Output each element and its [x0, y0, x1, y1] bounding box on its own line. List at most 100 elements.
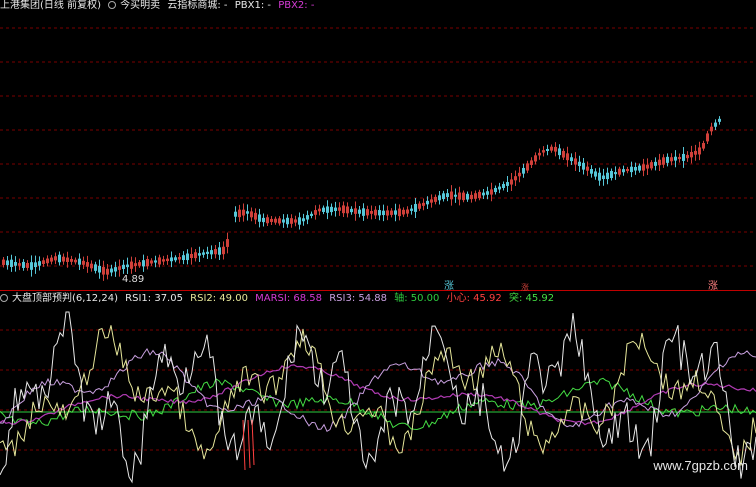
candle-body: [674, 156, 677, 161]
candle-body: [242, 209, 245, 216]
candle-body: [594, 171, 597, 177]
candle-body: [582, 162, 585, 170]
candle-body: [178, 257, 181, 260]
rsi3-readout: RSI3: 54.88: [329, 293, 388, 304]
candle-body: [446, 193, 449, 197]
candle-body: [606, 172, 609, 180]
candle-body: [258, 214, 261, 222]
candle-body: [318, 208, 321, 212]
candle-body: [58, 254, 61, 263]
candle-body: [222, 246, 225, 255]
candle-body: [194, 252, 197, 259]
candle-body: [394, 210, 397, 215]
candle-body: [702, 143, 705, 149]
candle-body: [390, 210, 393, 215]
candle-body: [514, 176, 517, 181]
rsi2-readout: RSI2: 49.00: [190, 293, 248, 304]
candle-body: [86, 262, 89, 267]
candle-body: [442, 193, 445, 200]
indicator-header: 大盘顶部预判(6,12,24) RSI1: 37.05 RSI2: 49.00 …: [0, 293, 558, 305]
candle-body: [334, 207, 337, 211]
candle-body: [226, 239, 229, 247]
candle-body: [622, 169, 625, 173]
candle-body: [114, 267, 117, 272]
candle-body: [614, 172, 617, 175]
candle-body: [106, 268, 109, 275]
candle-body: [670, 157, 673, 162]
candle-body: [102, 267, 105, 275]
candle-body: [498, 186, 501, 190]
candle-body: [158, 257, 161, 265]
candle-body: [154, 260, 157, 263]
candle-body: [190, 253, 193, 259]
candle-body: [426, 200, 429, 205]
candle-body: [254, 212, 257, 220]
candle-body: [62, 256, 65, 262]
candle-body: [710, 126, 713, 132]
candle-body: [362, 208, 365, 216]
candle-body: [326, 206, 329, 213]
candle-body: [174, 257, 177, 261]
candle-body: [694, 150, 697, 155]
candle-body: [350, 208, 353, 213]
candle-body: [310, 213, 313, 216]
candle-body: [510, 179, 513, 185]
stock-title: 上港集团(日线 前复权): [0, 0, 101, 11]
candle-body: [578, 161, 581, 167]
candle-body: [126, 264, 129, 268]
candle-body: [714, 122, 717, 127]
candle-body: [122, 264, 125, 269]
indicator-mall-link[interactable]: 云指标商城: -: [167, 0, 227, 11]
candle-body: [50, 257, 53, 262]
candle-body: [14, 262, 17, 266]
candle-body: [658, 159, 661, 166]
signal-marker-right: 涨: [708, 281, 718, 292]
candle-body: [322, 207, 325, 212]
candle-body: [266, 217, 269, 224]
candle-body: [418, 203, 421, 209]
candle-body: [22, 261, 25, 268]
candle-body: [302, 218, 305, 222]
candle-body: [98, 265, 101, 273]
candle-body: [370, 211, 373, 214]
indicator-name[interactable]: 今买明卖: [120, 0, 160, 11]
candle-body: [10, 259, 13, 267]
indicator-toggle-icon[interactable]: [0, 294, 8, 302]
candle-body: [430, 199, 433, 203]
candle-body: [630, 166, 633, 173]
signal-marker-left: 涨: [444, 281, 454, 292]
candle-body: [558, 148, 561, 156]
candle-body: [654, 161, 657, 166]
xiaoxin-readout: 小心: 45.92: [446, 293, 502, 304]
candle-body: [26, 263, 29, 268]
candle-body: [30, 262, 33, 270]
candle-body: [518, 172, 521, 177]
candle-body: [562, 150, 565, 158]
candle-body: [70, 258, 73, 262]
candle-body: [586, 166, 589, 171]
candle-body: [134, 263, 137, 266]
candle-body: [306, 215, 309, 220]
candle-body: [526, 163, 529, 171]
candle-body: [678, 157, 681, 160]
indicator-toggle-icon[interactable]: [108, 1, 117, 9]
candle-body: [278, 218, 281, 224]
candle-body: [214, 249, 217, 255]
candle-body: [486, 191, 489, 195]
candle-body: [210, 250, 213, 255]
candle-body: [138, 262, 141, 266]
candle-body: [462, 192, 465, 201]
candle-body: [502, 184, 505, 188]
candle-body: [90, 263, 93, 269]
candle-body: [374, 209, 377, 216]
candle-body: [482, 192, 485, 196]
candle-body: [402, 209, 405, 215]
indicator-title[interactable]: 大盘顶部预判(6,12,24): [12, 293, 118, 304]
candle-body: [506, 182, 509, 186]
xiaoxin-spike: [247, 419, 251, 469]
candle-body: [130, 261, 133, 269]
candle-body: [82, 260, 85, 265]
chart-canvas: [0, 27, 756, 484]
candle-body: [490, 189, 493, 195]
candle-body: [474, 193, 477, 199]
